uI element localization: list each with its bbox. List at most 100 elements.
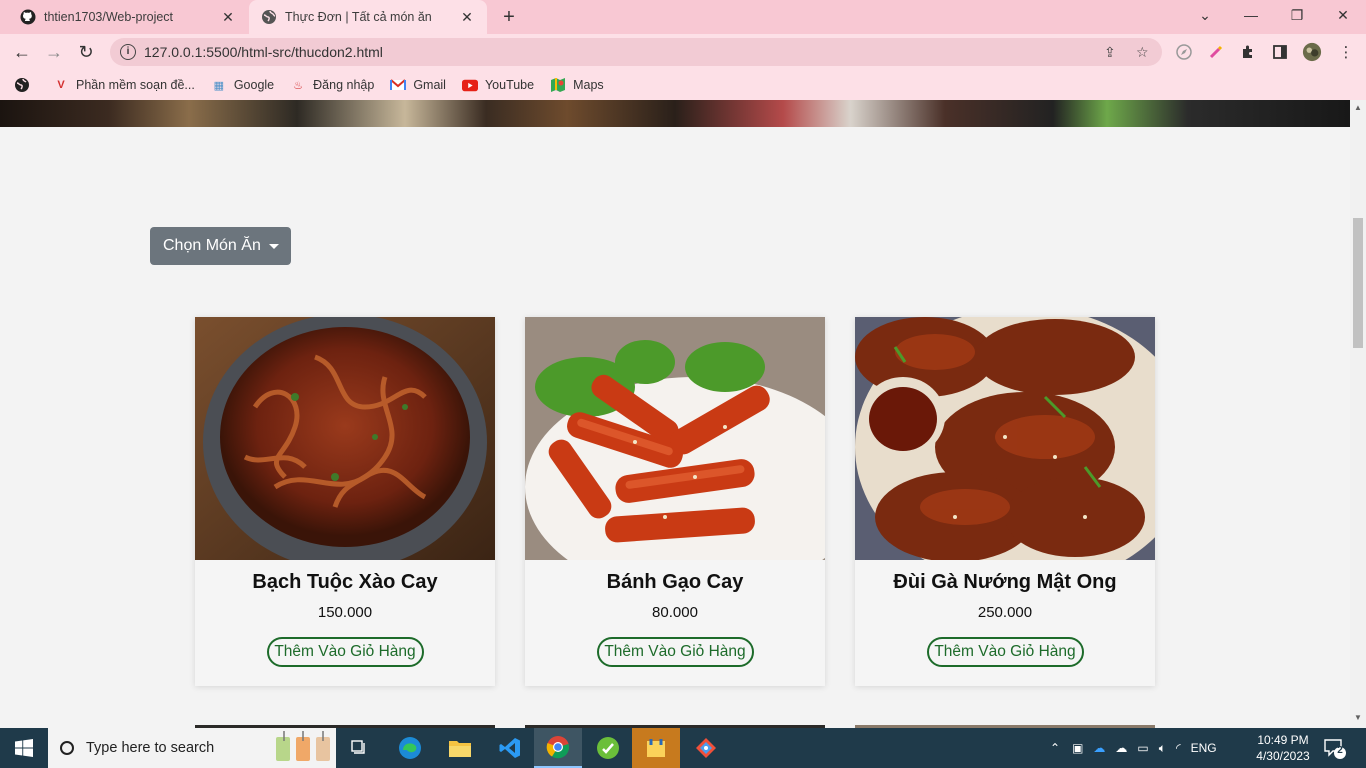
product-card: Bạch Tuộc Xào Cay 150.000 Thêm Vào Giỏ H… xyxy=(195,317,495,686)
bookmarks-bar: V Phần mềm soạn đề... ▦ Google ♨ Đăng nh… xyxy=(0,70,1366,100)
close-tab-icon[interactable]: ✕ xyxy=(220,9,236,26)
product-price: 80.000 xyxy=(652,604,698,621)
notification-center-icon[interactable]: 2 xyxy=(1322,736,1346,760)
chrome-menu-icon[interactable]: ⋮ xyxy=(1336,42,1356,62)
windows-taskbar: Type here to search ⌃ ▣ ☁ ☁ ▭ 🔈︎ ◜ ENG 1… xyxy=(0,728,1366,768)
forward-button[interactable]: → xyxy=(40,38,68,66)
search-placeholder: Type here to search xyxy=(86,740,215,756)
bubble-tea-icon xyxy=(270,729,336,767)
clock-time: 10:49 PM xyxy=(1257,733,1309,747)
system-tray: ⌃ ▣ ☁ ☁ ▭ 🔈︎ ◜ ENG xyxy=(1050,728,1217,768)
bookmark-maps[interactable]: Maps xyxy=(550,77,604,93)
bookmark-label: Maps xyxy=(573,78,604,92)
back-button[interactable]: ← xyxy=(8,38,36,66)
browser-tab-strip: thtien1703/Web-project ✕ Thực Đơn | Tất … xyxy=(0,0,1366,34)
globe-icon xyxy=(261,9,277,25)
bookmark-label: Phần mềm soạn đề... xyxy=(76,78,195,92)
extensions-puzzle-icon[interactable] xyxy=(1238,42,1258,62)
minimize-button[interactable]: — xyxy=(1228,0,1274,30)
gmail-icon xyxy=(390,77,407,93)
show-hidden-icons-chevron-icon[interactable]: ⌃ xyxy=(1050,741,1060,755)
taskbar-search-box[interactable]: Type here to search xyxy=(48,728,336,768)
globe-icon xyxy=(14,77,30,93)
url-text: 127.0.0.1:5500/html-src/thucdon2.html xyxy=(144,44,383,60)
notification-count: 2 xyxy=(1337,745,1343,756)
bookmark-dang-nhap[interactable]: ♨ Đăng nhập xyxy=(290,77,374,93)
wifi-icon[interactable]: ◜ xyxy=(1176,741,1181,755)
volume-icon[interactable]: 🔈︎ xyxy=(1159,741,1166,756)
close-tab-icon[interactable]: ✕ xyxy=(459,9,475,26)
tab-thuc-don[interactable]: Thực Đơn | Tất cả món ăn ✕ xyxy=(249,0,487,34)
restore-button[interactable]: ❐ xyxy=(1274,0,1320,30)
input-language[interactable]: ENG xyxy=(1191,741,1217,755)
login-icon: ♨ xyxy=(293,79,304,92)
tteokbokki-photo xyxy=(525,317,825,560)
scroll-up-arrow-icon[interactable]: ▲ xyxy=(1354,103,1362,112)
search-icon xyxy=(60,741,74,755)
bookmark-phan-mem[interactable]: V Phần mềm soạn đề... xyxy=(53,77,195,93)
side-panel-icon[interactable] xyxy=(1270,42,1290,62)
onedrive-icon[interactable]: ☁ xyxy=(1093,741,1105,755)
chrome-icon[interactable] xyxy=(534,728,582,768)
bookmark-label: Google xyxy=(233,78,275,92)
tab-title: Thực Đơn | Tất cả món ăn xyxy=(285,10,432,24)
git-kraken-icon[interactable] xyxy=(682,728,730,768)
youtube-icon xyxy=(461,77,478,93)
coccoc-icon[interactable] xyxy=(584,728,632,768)
add-to-cart-button[interactable]: Thêm Vào Giỏ Hàng xyxy=(266,637,424,667)
windows-start-button[interactable] xyxy=(0,728,48,768)
page-viewport: Chọn Món Ăn Bạch Tuộc Xào Cay 150.000 Th… xyxy=(0,100,1350,728)
bookmark-gmail[interactable]: Gmail xyxy=(390,77,446,93)
v-logo-icon: V xyxy=(57,79,65,91)
file-explorer-icon[interactable] xyxy=(436,728,484,768)
reload-button[interactable]: ↻ xyxy=(72,38,100,66)
bookmark-label: Đăng nhập xyxy=(313,78,375,92)
clock-date: 4/30/2023 xyxy=(1256,749,1310,763)
product-price: 250.000 xyxy=(977,604,1033,621)
add-to-cart-button[interactable]: Thêm Vào Giỏ Hàng xyxy=(926,637,1084,667)
new-tab-button[interactable]: + xyxy=(498,7,520,29)
sticky-app-icon[interactable] xyxy=(632,728,680,768)
dropdown-label: Chọn Món Ăn xyxy=(163,237,261,254)
bookmark-globe[interactable] xyxy=(14,77,37,93)
honey-chicken-photo xyxy=(855,317,1155,560)
address-bar[interactable]: i 127.0.0.1:5500/html-src/thucdon2.html xyxy=(110,38,1162,66)
battery-icon[interactable]: ▭ xyxy=(1137,741,1148,755)
cloud-icon[interactable]: ☁ xyxy=(1115,741,1127,755)
browser-toolbar: ← → ↻ i 127.0.0.1:5500/html-src/thucdon2… xyxy=(0,34,1366,70)
meet-now-icon[interactable]: ▣ xyxy=(1072,741,1083,755)
color-picker-extension-icon[interactable] xyxy=(1206,42,1226,62)
profile-avatar[interactable] xyxy=(1302,42,1322,62)
bookmark-google[interactable]: ▦ Google xyxy=(211,77,275,93)
close-window-button[interactable]: ✕ xyxy=(1320,0,1366,30)
task-view-icon[interactable] xyxy=(336,728,384,768)
product-card: Bánh Gạo Cay 80.000 Thêm Vào Giỏ Hàng xyxy=(525,317,825,686)
product-name: Bánh Gạo Cay xyxy=(606,571,744,593)
taskbar-clock[interactable]: 10:49 PM 4/30/2023 xyxy=(1246,732,1320,764)
product-card: Đùi Gà Nướng Mật Ong 250.000 Thêm Vào Gi… xyxy=(855,317,1155,686)
product-name: Đùi Gà Nướng Mật Ong xyxy=(893,571,1117,593)
scroll-down-arrow-icon[interactable]: ▼ xyxy=(1354,713,1362,722)
tab-github[interactable]: thtien1703/Web-project ✕ xyxy=(8,0,248,34)
hero-banner-image xyxy=(0,100,1350,127)
edge-icon[interactable] xyxy=(386,728,434,768)
share-icon[interactable]: ⇪ xyxy=(1104,44,1116,61)
tab-title: thtien1703/Web-project xyxy=(44,10,174,24)
compass-extension-icon[interactable] xyxy=(1174,42,1194,62)
product-price: 150.000 xyxy=(317,604,373,621)
bookmark-star-icon[interactable]: ☆ xyxy=(1136,44,1149,61)
page-scrollbar[interactable]: ▲ ▼ xyxy=(1350,100,1366,728)
github-icon xyxy=(20,9,36,25)
vscode-icon[interactable] xyxy=(486,728,534,768)
site-info-icon[interactable]: i xyxy=(120,44,136,60)
product-name: Bạch Tuộc Xào Cay xyxy=(252,571,438,593)
scrollbar-thumb[interactable] xyxy=(1353,218,1363,348)
choose-dish-dropdown[interactable]: Chọn Món Ăn xyxy=(150,227,291,265)
bookmark-label: Gmail xyxy=(413,78,446,92)
maps-icon xyxy=(550,77,566,93)
tab-search-chevron-icon[interactable]: ⌄ xyxy=(1182,0,1228,30)
add-to-cart-button[interactable]: Thêm Vào Giỏ Hàng xyxy=(596,637,754,667)
bookmark-youtube[interactable]: YouTube xyxy=(461,77,535,93)
spicy-octopus-photo xyxy=(195,317,495,560)
bookmark-label: YouTube xyxy=(484,78,535,92)
